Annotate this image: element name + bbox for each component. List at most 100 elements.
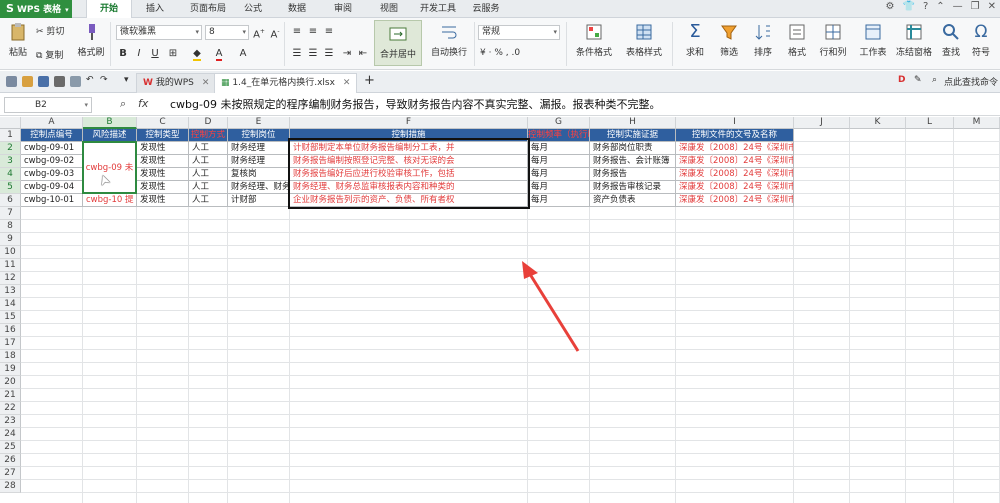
- row-header-11[interactable]: 11: [0, 259, 21, 272]
- header-cell[interactable]: 控制岗位: [228, 129, 290, 142]
- row-header-20[interactable]: 20: [0, 376, 21, 389]
- settings-icon[interactable]: ⚙: [886, 1, 895, 17]
- row-header-25[interactable]: 25: [0, 441, 21, 454]
- row-header-17[interactable]: 17: [0, 337, 21, 350]
- close-icon[interactable]: ✕: [988, 1, 996, 17]
- column-header-g[interactable]: G: [528, 117, 590, 129]
- column-header-a[interactable]: A: [21, 117, 83, 129]
- data-cell[interactable]: cwbg-09-03: [21, 168, 83, 181]
- conditional-format-button[interactable]: 条件格式: [572, 22, 616, 58]
- print-icon[interactable]: [54, 76, 65, 87]
- data-cell[interactable]: 深康发〔2008〕24号《深圳市康达尔（集团）股份有限公司会计核算制度》: [676, 155, 794, 168]
- data-cell[interactable]: 深康发〔2008〕24号《深圳市康达尔（集团）股份有限公司会计核算制度》: [676, 181, 794, 194]
- shrink-font-icon[interactable]: A-: [268, 25, 282, 40]
- align-middle-icon[interactable]: ≡: [306, 25, 320, 39]
- data-cell[interactable]: cwbg-09-04: [21, 181, 83, 194]
- data-cell[interactable]: 每月: [528, 181, 590, 194]
- indent-icon[interactable]: ⇥: [340, 47, 354, 61]
- align-top-icon[interactable]: ≡: [290, 25, 304, 39]
- column-header-h[interactable]: H: [590, 117, 676, 129]
- help-icon[interactable]: ?: [923, 1, 928, 17]
- select-all-corner[interactable]: [0, 117, 21, 129]
- insert-function-icon[interactable]: fx: [138, 97, 148, 110]
- tab-formulas[interactable]: 公式: [238, 0, 268, 18]
- open-file-icon[interactable]: [22, 76, 33, 87]
- row-header-24[interactable]: 24: [0, 428, 21, 441]
- number-format-select[interactable]: 常规 ▾: [478, 25, 560, 40]
- filter-button[interactable]: 筛选: [712, 22, 746, 58]
- formula-input[interactable]: cwbg-09 未按照规定的程序编制财务报告，导致财务报告内容不真实完整、漏报。…: [170, 97, 660, 113]
- row-header-18[interactable]: 18: [0, 350, 21, 363]
- data-cell[interactable]: 人工: [189, 194, 228, 207]
- data-cell[interactable]: 财务报告、会计账簿: [590, 155, 676, 168]
- comment-icon[interactable]: ✎: [914, 75, 922, 85]
- data-cell[interactable]: 资产负债表: [590, 194, 676, 207]
- sort-button[interactable]: 排序: [746, 22, 780, 58]
- rows-cols-button[interactable]: 行和列: [814, 22, 852, 58]
- grow-font-icon[interactable]: A+: [252, 25, 266, 40]
- outdent-icon[interactable]: ⇤: [356, 47, 370, 61]
- data-cell[interactable]: 发现性: [137, 194, 189, 207]
- column-header-l[interactable]: L: [906, 117, 954, 129]
- wrap-text-button[interactable]: 自动换行: [426, 22, 472, 58]
- merge-center-button[interactable]: 合并居中: [374, 20, 422, 66]
- row-header-12[interactable]: 12: [0, 272, 21, 285]
- tab-insert[interactable]: 插入: [138, 0, 172, 18]
- data-cell[interactable]: 财务报告: [590, 168, 676, 181]
- undo-icon[interactable]: ↶: [86, 75, 94, 85]
- data-cell[interactable]: cwbg-09-01: [21, 142, 83, 155]
- data-cell[interactable]: 深康发〔2008〕24号《深圳市康达尔（集团）股份有限公司会计核算制度》: [676, 142, 794, 155]
- data-cell[interactable]: 财务部岗位职责: [590, 142, 676, 155]
- row-header-6[interactable]: 6: [0, 194, 21, 207]
- data-cell[interactable]: 发现性: [137, 142, 189, 155]
- data-cell[interactable]: cwbg-10 提: [83, 194, 137, 207]
- row-header-15[interactable]: 15: [0, 311, 21, 324]
- align-center-icon[interactable]: ☰: [306, 47, 320, 61]
- row-header-1[interactable]: 1: [0, 129, 21, 142]
- doc-tab-file[interactable]: ▦ 1.4_在单元格内换行.xlsx ✕: [214, 73, 358, 93]
- row-header-5[interactable]: 5: [0, 181, 21, 194]
- data-cell[interactable]: cwbg-09-02: [21, 155, 83, 168]
- row-header-10[interactable]: 10: [0, 246, 21, 259]
- worksheet-button[interactable]: 工作表: [854, 22, 892, 58]
- data-cell[interactable]: 发现性: [137, 181, 189, 194]
- number-format-buttons[interactable]: ¥ · % , .0: [480, 48, 520, 58]
- align-right-icon[interactable]: ☰: [322, 47, 336, 61]
- align-left-icon[interactable]: ☰: [290, 47, 304, 61]
- tab-page-layout[interactable]: 页面布局: [182, 0, 234, 18]
- underline-icon[interactable]: U: [148, 47, 162, 61]
- data-cell[interactable]: 计财部: [228, 194, 290, 207]
- column-header-d[interactable]: D: [189, 117, 228, 129]
- data-cell[interactable]: 每月: [528, 168, 590, 181]
- row-header-13[interactable]: 13: [0, 285, 21, 298]
- format-button[interactable]: 格式: [780, 22, 814, 58]
- column-header-e[interactable]: E: [228, 117, 290, 129]
- search-icon[interactable]: ⌕: [932, 75, 937, 85]
- new-file-icon[interactable]: [6, 76, 17, 87]
- data-cell[interactable]: 财务经理: [228, 142, 290, 155]
- redo-icon[interactable]: ↷: [100, 75, 108, 85]
- fill-color-icon[interactable]: ◆: [190, 47, 204, 61]
- skin-icon[interactable]: 👕: [902, 1, 914, 17]
- app-menu-button[interactable]: S WPS 表格 ▾: [0, 0, 72, 18]
- column-header-f[interactable]: F: [290, 117, 528, 129]
- zoom-search-icon[interactable]: ⌕: [120, 97, 126, 111]
- align-bottom-icon[interactable]: ≡: [322, 25, 336, 39]
- font-size-select[interactable]: 8 ▾: [205, 25, 249, 40]
- minimize-icon[interactable]: —: [953, 1, 963, 17]
- clear-format-icon[interactable]: A: [236, 47, 250, 61]
- doc-tab-home[interactable]: W 我的WPS ✕: [136, 73, 217, 93]
- data-cell[interactable]: 每月: [528, 142, 590, 155]
- table-style-button[interactable]: 表格样式: [620, 22, 668, 58]
- bold-icon[interactable]: B: [116, 47, 130, 61]
- row-header-27[interactable]: 27: [0, 467, 21, 480]
- add-tab-icon[interactable]: +: [364, 73, 375, 88]
- column-header-b[interactable]: B: [83, 117, 137, 129]
- data-cell[interactable]: cwbg-10-01: [21, 194, 83, 207]
- row-header-19[interactable]: 19: [0, 363, 21, 376]
- row-header-26[interactable]: 26: [0, 454, 21, 467]
- docer-icon[interactable]: D: [898, 75, 905, 85]
- tab-cloud[interactable]: 云服务: [466, 0, 506, 18]
- font-color-icon[interactable]: A: [212, 47, 226, 61]
- data-cell[interactable]: 深康发〔2008〕24号《深圳市康达尔（集团）股份有限公司会计核算制度》: [676, 168, 794, 181]
